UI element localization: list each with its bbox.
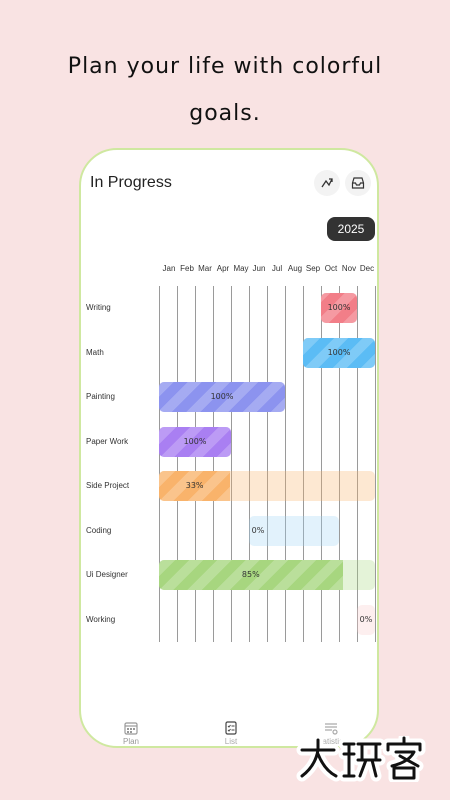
goal-progress-label: 33% xyxy=(185,481,204,490)
month-label: Sep xyxy=(305,264,321,273)
month-label: Aug xyxy=(287,264,303,273)
month-gridline xyxy=(375,286,376,642)
sort-arrows-icon xyxy=(321,178,333,188)
goal-progress-label: 100% xyxy=(183,436,207,446)
goal-bar[interactable]: 0% xyxy=(249,515,339,546)
checklist-icon xyxy=(225,721,237,735)
month-label: Apr xyxy=(216,264,230,273)
year-selector[interactable]: 2025 xyxy=(327,217,375,241)
inbox-tray-icon xyxy=(351,177,365,189)
goal-bar[interactable]: 100% xyxy=(159,426,231,457)
goal-label: Painting xyxy=(86,392,115,401)
goal-label: Writing xyxy=(86,303,111,312)
month-label: Dec xyxy=(359,264,375,273)
tab-list-label: List xyxy=(224,737,238,746)
goal-bar[interactable]: 100% xyxy=(303,337,375,368)
goal-label: Side Project xyxy=(86,481,130,490)
goal-bar[interactable]: 100% xyxy=(321,293,357,323)
tab-plan-label: Plan xyxy=(122,737,139,746)
goal-label: Math xyxy=(86,347,104,357)
month-label: Mar xyxy=(198,264,212,273)
goal-bar[interactable]: 100% xyxy=(159,382,285,412)
goal-bar[interactable]: 33% xyxy=(159,471,375,501)
goal-bar[interactable]: 85% xyxy=(159,560,375,590)
month-label: Oct xyxy=(324,264,338,273)
month-label: Jul xyxy=(271,264,283,273)
month-label: Nov xyxy=(341,264,357,273)
tab-list[interactable]: List xyxy=(211,720,251,746)
promo-headline-line2: goals. xyxy=(189,101,261,126)
archive-button[interactable] xyxy=(345,170,371,196)
watermark-logo xyxy=(296,736,426,782)
stats-icon xyxy=(325,723,338,735)
month-label: Feb xyxy=(180,264,194,273)
goal-progress-label: 85% xyxy=(241,570,260,579)
page-title: In Progress xyxy=(90,174,172,191)
goal-progress-label: 100% xyxy=(210,392,234,401)
sort-button[interactable] xyxy=(314,170,340,196)
goal-label: Paper Work xyxy=(86,436,129,446)
goal-progress-label: 0% xyxy=(251,525,265,535)
month-label: Jun xyxy=(252,264,266,273)
goal-label: Coding xyxy=(86,525,112,535)
goal-label: Ui Designer xyxy=(86,570,128,579)
goal-progress-label: 100% xyxy=(327,347,351,357)
month-label: May xyxy=(233,264,249,273)
goal-bar[interactable]: 0% xyxy=(357,604,375,635)
phone-frame: In Progress 2025 Jan Feb Mar Apr May Jun Jul Au… xyxy=(79,148,379,748)
goal-progress-label: 0% xyxy=(359,614,373,624)
tab-plan[interactable]: Plan xyxy=(111,720,151,746)
promo-headline-line1: Plan your life with colorful xyxy=(67,54,383,79)
goal-label: Working xyxy=(86,614,116,624)
month-label: Jan xyxy=(162,264,176,273)
goal-progress-label: 100% xyxy=(327,303,351,312)
calendar-icon xyxy=(124,722,138,735)
